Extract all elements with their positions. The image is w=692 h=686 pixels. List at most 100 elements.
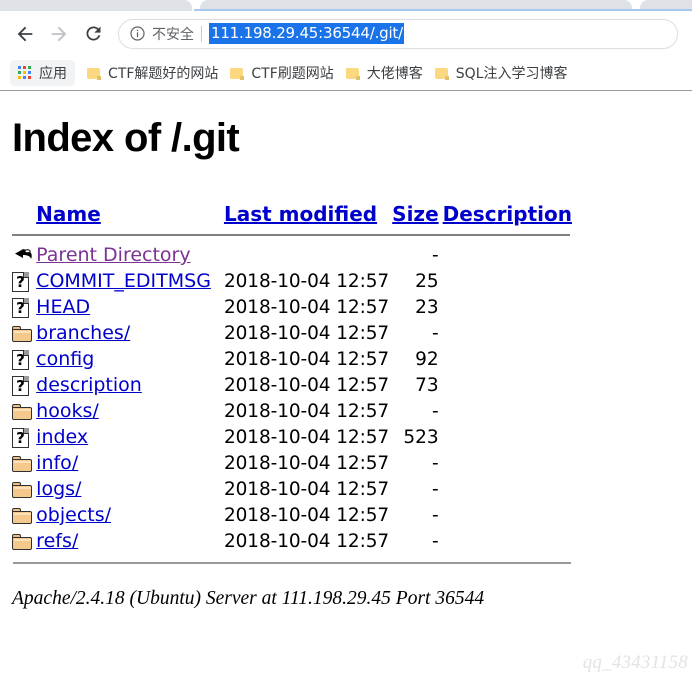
url-text[interactable]: 111.198.29.45:36544/.git/ <box>209 23 404 44</box>
unknown-file-icon: ? <box>12 297 29 318</box>
row-icon-cell: ? <box>12 424 36 450</box>
watermark-text: qq_43431158 <box>582 652 688 673</box>
sort-by-name-link[interactable]: Name <box>36 202 101 226</box>
forward-button[interactable] <box>42 17 76 51</box>
listing-row[interactable]: ? HEAD 2018-10-04 12:57 23 <box>12 294 572 320</box>
entry-link[interactable]: objects/ <box>36 504 111 526</box>
row-icon-cell <box>12 502 36 528</box>
listing-row[interactable]: ? description 2018-10-04 12:57 73 <box>12 372 572 398</box>
row-name-cell: info/ <box>36 450 224 476</box>
row-description-cell <box>439 320 572 346</box>
row-description-cell <box>439 242 572 268</box>
header-divider <box>12 234 570 236</box>
row-date-cell: 2018-10-04 12:57 <box>223 322 390 344</box>
bookmark-item[interactable]: CTF刷题网站 <box>224 60 339 86</box>
entry-link[interactable]: refs/ <box>36 530 78 552</box>
folder-icon <box>87 67 101 80</box>
footer-rule-cell <box>12 554 572 574</box>
browser-chrome: 不安全 111.198.29.45:36544/.git/ 应用 CTF解题好的… <box>0 0 692 91</box>
row-icon-cell <box>12 320 36 346</box>
row-description-cell <box>439 294 572 320</box>
tab-strip[interactable] <box>0 0 692 11</box>
directory-icon <box>12 507 32 524</box>
entry-link[interactable]: index <box>36 426 88 448</box>
folder-icon <box>345 67 360 80</box>
listing-row[interactable]: branches/2018-10-04 12:57 - <box>12 320 572 346</box>
listing-row[interactable]: Parent Directory - <box>12 242 572 268</box>
apps-grid-icon <box>18 66 32 80</box>
entry-link[interactable]: description <box>36 374 142 396</box>
sort-by-description-link[interactable]: Description <box>443 202 572 226</box>
row-size-cell: - <box>431 400 439 422</box>
row-date-cell: 2018-10-04 12:57 <box>223 478 390 500</box>
row-size-cell: 523 <box>403 426 439 448</box>
arrow-left-icon <box>14 23 36 45</box>
listing-header: Name Last modified Size Description <box>12 198 572 242</box>
header-rule-row <box>12 230 572 242</box>
entry-link[interactable]: info/ <box>36 452 78 474</box>
bookmark-item[interactable]: 大佬博客 <box>340 60 429 86</box>
listing-row[interactable]: ? COMMIT_EDITMSG 2018-10-04 12:57 25 <box>12 268 572 294</box>
row-description-cell <box>439 528 572 554</box>
security-status-label: 不安全 <box>152 26 194 43</box>
row-date-cell: 2018-10-04 12:57 <box>223 400 390 422</box>
row-date-cell: 2018-10-04 12:57 <box>223 426 390 448</box>
listing-row[interactable]: ? index 2018-10-04 12:57 523 <box>12 424 572 450</box>
info-circle-icon[interactable] <box>129 25 146 42</box>
listing-row[interactable]: ? config 2018-10-04 12:57 92 <box>12 346 572 372</box>
entry-link[interactable]: config <box>36 348 94 370</box>
address-bar[interactable]: 不安全 111.198.29.45:36544/.git/ <box>118 18 678 49</box>
bookmark-item[interactable]: CTF解题好的网站 <box>81 60 224 86</box>
row-name-cell: Parent Directory <box>36 242 224 268</box>
footer-divider <box>13 562 571 564</box>
column-name: Name <box>36 198 224 230</box>
row-icon-cell: ? <box>12 294 36 320</box>
entry-link[interactable]: Parent Directory <box>36 244 190 266</box>
entry-link[interactable]: branches/ <box>36 322 130 344</box>
row-icon-cell <box>12 242 36 268</box>
listing-row[interactable]: hooks/2018-10-04 12:57 - <box>12 398 572 424</box>
browser-tab-inactive[interactable] <box>0 0 192 11</box>
column-icon <box>12 198 36 230</box>
listing-row[interactable]: logs/2018-10-04 12:57 - <box>12 476 572 502</box>
listing-row[interactable]: objects/2018-10-04 12:57 - <box>12 502 572 528</box>
listing-body: Parent Directory -? COMMIT_EDITMSG 2018-10-… <box>12 242 572 554</box>
reload-button[interactable] <box>76 17 110 51</box>
directory-icon <box>12 325 32 342</box>
listing-row[interactable]: info/2018-10-04 12:57 - <box>12 450 572 476</box>
row-date-cell: 2018-10-04 12:57 <box>223 452 390 474</box>
row-name-cell: HEAD <box>36 294 224 320</box>
back-arrow-icon <box>12 247 34 265</box>
row-date-cell: 2018-10-04 12:57 <box>223 504 390 526</box>
sort-by-date-link[interactable]: Last modified <box>224 202 377 226</box>
entry-link[interactable]: HEAD <box>36 296 90 318</box>
row-date-cell: 2018-10-04 12:57 <box>223 296 390 318</box>
row-description-cell <box>439 268 572 294</box>
unknown-file-icon: ? <box>12 427 29 448</box>
row-size-cell: - <box>431 530 439 552</box>
row-name-cell: index <box>36 424 224 450</box>
row-size-cell: - <box>431 452 439 474</box>
row-name-cell: config <box>36 346 224 372</box>
row-date-cell: 2018-10-04 12:57 <box>223 270 390 292</box>
back-button[interactable] <box>8 17 42 51</box>
bookmark-item[interactable]: SQL注入学习博客 <box>429 60 574 86</box>
bookmark-apps-label: 应用 <box>39 66 67 82</box>
entry-link[interactable]: COMMIT_EDITMSG <box>36 270 211 292</box>
row-name-cell: COMMIT_EDITMSG <box>36 268 224 294</box>
row-description-cell <box>439 476 572 502</box>
bookmark-apps-button[interactable]: 应用 <box>10 60 75 86</box>
sort-by-size-link[interactable]: Size <box>392 202 438 226</box>
entry-link[interactable]: hooks/ <box>36 400 99 422</box>
listing-row[interactable]: refs/2018-10-04 12:57 - <box>12 528 572 554</box>
row-size-cell: 73 <box>415 374 439 396</box>
row-size-cell: - <box>431 322 439 344</box>
unknown-file-icon: ? <box>12 271 29 292</box>
row-description-cell <box>439 346 572 372</box>
page-title: Index of /.git <box>12 116 240 160</box>
entry-link[interactable]: logs/ <box>36 478 81 500</box>
folder-icon <box>434 67 449 80</box>
listing-footer <box>12 554 572 574</box>
browser-toolbar: 不安全 111.198.29.45:36544/.git/ <box>0 11 692 56</box>
row-description-cell <box>439 424 572 450</box>
